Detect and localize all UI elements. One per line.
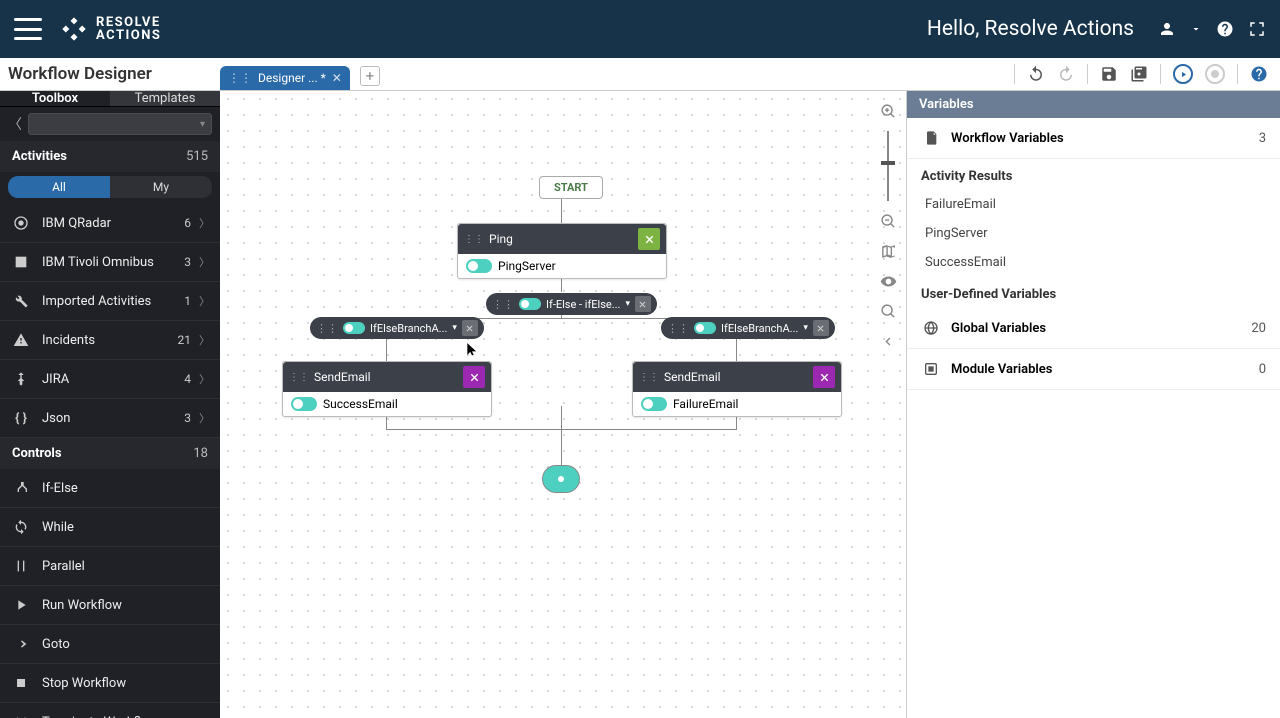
view-icon[interactable] (876, 269, 900, 293)
stop-icon (10, 672, 32, 694)
activity-result-item[interactable]: SuccessEmail (907, 248, 1280, 277)
zoom-out-icon[interactable] (876, 209, 900, 233)
variables-panel: Variables Workflow Variables 3 Activity … (906, 91, 1280, 718)
sidebar-item-goto[interactable]: Goto (0, 625, 220, 664)
designer-tab[interactable]: ⋮⋮ Designer ... * ✕ (220, 66, 350, 90)
fullscreen-icon[interactable] (1248, 20, 1266, 38)
zoom-slider[interactable] (887, 131, 889, 201)
module-variables-row[interactable]: Module Variables 0 (907, 349, 1280, 390)
sidebar-item-jira[interactable]: JIRA 4 〉 (0, 360, 220, 399)
templates-tab[interactable]: Templates (110, 91, 220, 106)
module-icon (921, 359, 941, 379)
controls-count: 18 (193, 446, 208, 461)
activities-count: 515 (186, 149, 208, 164)
cursor-icon (465, 340, 479, 358)
page-title: Workflow Designer (0, 64, 220, 84)
start-node[interactable]: START (539, 176, 603, 199)
toolbox-tab[interactable]: Toolbox (0, 91, 110, 106)
sidebar-item-parallel[interactable]: Parallel (0, 547, 220, 586)
user-defined-header: User-Defined Variables (907, 277, 1280, 308)
panel-title: Variables (907, 91, 1280, 118)
node-action-icon[interactable] (638, 228, 660, 250)
ifelse-node[interactable]: ⋮⋮If-Else - ifElse...▾ (486, 293, 657, 315)
sidebar: Toolbox Templates 〈 ▾ Activities 515 All… (0, 91, 220, 718)
tab-label: Designer ... * (258, 71, 326, 85)
back-icon[interactable]: 〈 (8, 114, 22, 134)
undo-icon[interactable] (1027, 65, 1045, 83)
controls-header: Controls (12, 446, 62, 461)
save-icon[interactable] (1100, 65, 1118, 83)
close-icon[interactable]: ✕ (332, 71, 342, 85)
parallel-icon (10, 555, 32, 577)
toggle-icon[interactable] (466, 259, 492, 273)
menu-icon[interactable] (14, 18, 42, 40)
run-button[interactable] (1173, 64, 1193, 84)
app-bar: Workflow Designer ⋮⋮ Designer ... * ✕ + (0, 58, 1280, 91)
sidebar-item-qradar[interactable]: IBM QRadar 6 〉 (0, 204, 220, 243)
activities-header: Activities (12, 149, 67, 164)
activity-results-header: Activity Results (907, 159, 1280, 190)
loop-icon (10, 516, 32, 538)
document-icon (921, 128, 941, 148)
app-header: RESOLVEACTIONS Hello, Resolve Actions (0, 0, 1280, 58)
branch-icon (10, 477, 32, 499)
terminate-icon (10, 711, 32, 718)
activity-result-item[interactable]: PingServer (907, 219, 1280, 248)
branch-right-node[interactable]: ⋮⋮IfElseBranchA...▾ (661, 317, 835, 339)
ping-node[interactable]: ⋮⋮Ping PingServer (457, 223, 667, 279)
globe-icon (921, 318, 941, 338)
end-node[interactable] (542, 465, 580, 493)
sidebar-item-while[interactable]: While (0, 508, 220, 547)
play-icon (10, 594, 32, 616)
map-icon[interactable] (876, 239, 900, 263)
sidebar-item-incidents[interactable]: Incidents 21 〉 (0, 321, 220, 360)
global-variables-row[interactable]: Global Variables 20 (907, 308, 1280, 349)
goto-icon (10, 633, 32, 655)
sidebar-item-tivoli[interactable]: IBM Tivoli Omnibus 3 〉 (0, 243, 220, 282)
workflow-variables-row[interactable]: Workflow Variables 3 (907, 118, 1280, 159)
sidebar-item-runworkflow[interactable]: Run Workflow (0, 586, 220, 625)
add-tab-button[interactable]: + (360, 66, 380, 86)
jira-icon (10, 368, 32, 390)
logo-text-2: ACTIONS (96, 29, 161, 42)
greeting-text: Hello, Resolve Actions (927, 17, 1134, 41)
filter-all[interactable]: All (8, 176, 110, 198)
user-icon[interactable] (1158, 20, 1176, 38)
search-icon[interactable] (876, 299, 900, 323)
close-icon[interactable] (635, 296, 651, 312)
sidebar-item-stop[interactable]: Stop Workflow (0, 664, 220, 703)
wrench-icon (10, 290, 32, 312)
tivoli-icon (10, 251, 32, 273)
grip-icon: ⋮⋮ (228, 71, 252, 85)
record-button[interactable] (1205, 64, 1225, 84)
zoom-in-icon[interactable] (876, 99, 900, 123)
sidebar-item-terminate[interactable]: Terminate Workfl... (0, 703, 220, 718)
save-all-icon[interactable] (1130, 65, 1148, 83)
branch-left-node[interactable]: ⋮⋮IfElseBranchA...▾ (310, 317, 484, 339)
sidebar-item-ifelse[interactable]: If-Else (0, 469, 220, 508)
logo-icon (60, 15, 88, 43)
filter-my[interactable]: My (110, 176, 212, 198)
workflow-canvas[interactable]: START ⋮⋮Ping PingServer ⋮⋮If-Else - ifEl… (220, 91, 906, 718)
sendemail-right-node[interactable]: ⋮⋮SendEmail FailureEmail (632, 361, 842, 417)
search-input[interactable]: ▾ (28, 113, 212, 135)
chevron-right-icon: 〉 (199, 215, 210, 231)
json-icon: { } (10, 407, 32, 429)
expand-panel-icon[interactable] (876, 329, 900, 353)
sendemail-left-node[interactable]: ⋮⋮SendEmail SuccessEmail (282, 361, 492, 417)
sidebar-item-imported[interactable]: Imported Activities 1 〉 (0, 282, 220, 321)
redo-icon[interactable] (1057, 65, 1075, 83)
chevron-down-icon[interactable] (1190, 20, 1202, 38)
sidebar-item-json[interactable]: { } Json 3 〉 (0, 399, 220, 438)
help-icon[interactable] (1216, 20, 1234, 38)
app-logo: RESOLVEACTIONS (60, 15, 161, 43)
help-toolbar-icon[interactable] (1250, 65, 1268, 83)
incidents-icon (10, 329, 32, 351)
qradar-icon (10, 212, 32, 234)
activity-result-item[interactable]: FailureEmail (907, 190, 1280, 219)
